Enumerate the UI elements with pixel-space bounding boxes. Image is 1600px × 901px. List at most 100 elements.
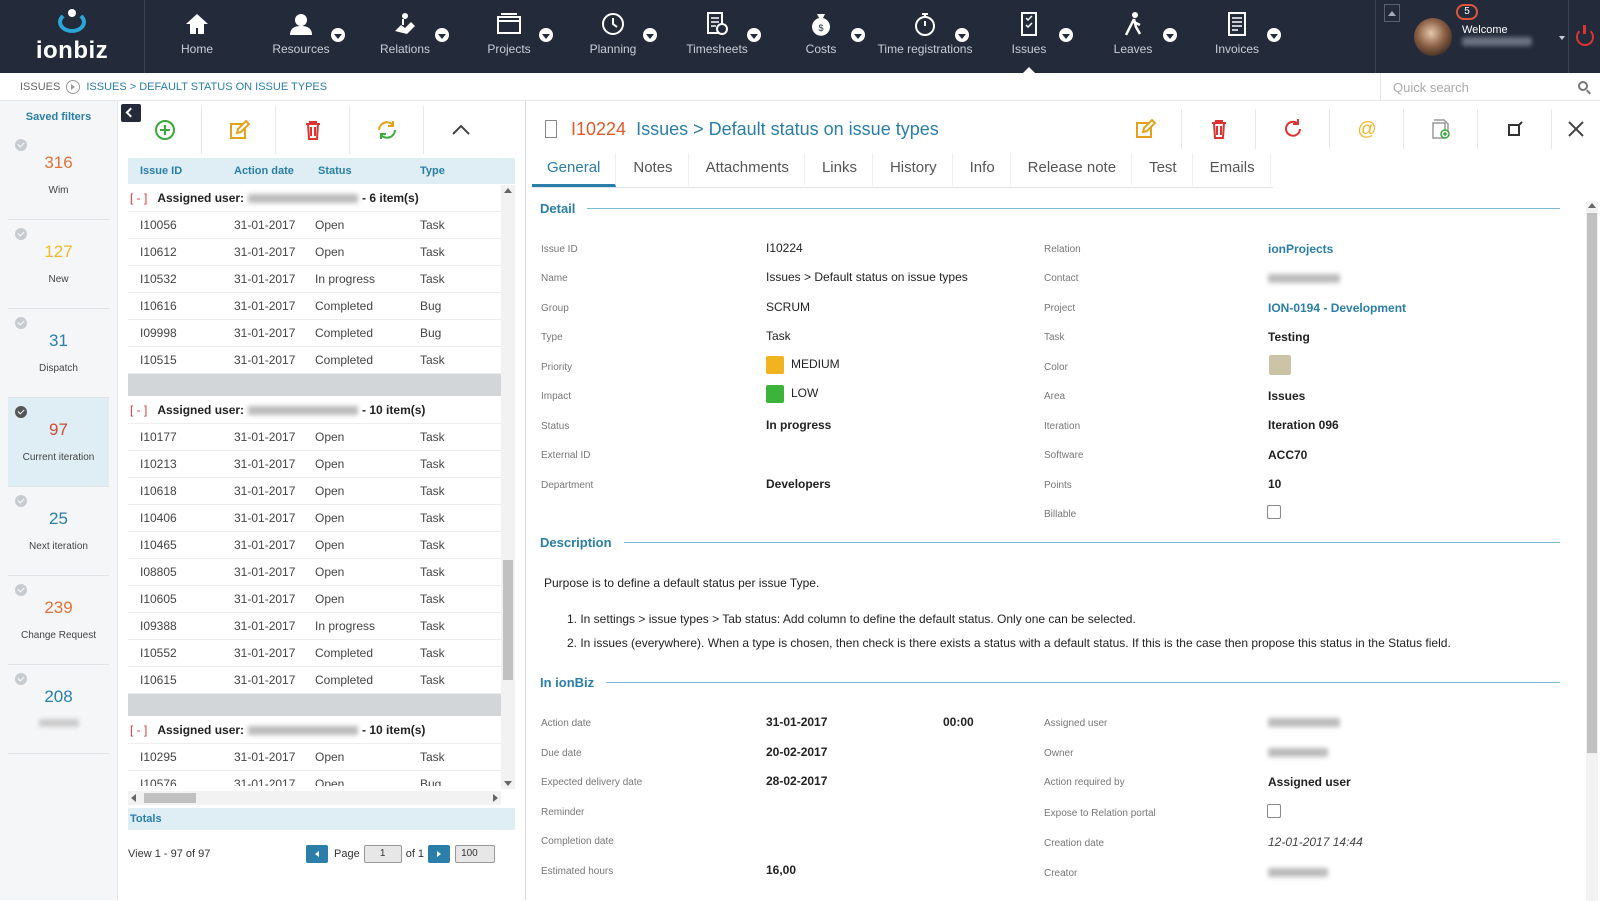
- tab-notes[interactable]: Notes: [618, 153, 689, 187]
- col-type[interactable]: Type: [420, 165, 500, 177]
- table-row[interactable]: I10612 31-01-2017 Open Task: [128, 239, 501, 266]
- tab-info[interactable]: Info: [955, 153, 1011, 187]
- action-time-value[interactable]: 00:00: [943, 715, 974, 729]
- table-row[interactable]: I10056 31-01-2017 Open Task: [128, 212, 501, 239]
- table-row[interactable]: I10616 31-01-2017 Completed Bug: [128, 293, 501, 320]
- project-link[interactable]: ION-0194 - Development: [1268, 301, 1406, 315]
- bookmark-icon[interactable]: [545, 120, 557, 138]
- table-row[interactable]: I09388 31-01-2017 In progress Task: [128, 613, 501, 640]
- delete-button[interactable]: [276, 106, 350, 154]
- notification-badge[interactable]: 5: [1456, 4, 1478, 20]
- next-page-button[interactable]: [428, 845, 451, 863]
- dropdown-caret-icon[interactable]: [1059, 28, 1073, 42]
- action-date-value[interactable]: 31-01-2017: [766, 715, 827, 729]
- vertical-scrollbar[interactable]: [501, 185, 515, 789]
- billable-checkbox[interactable]: [1267, 505, 1281, 519]
- relation-link[interactable]: ionProjects: [1268, 242, 1333, 256]
- tab-release-note[interactable]: Release note: [1013, 153, 1133, 187]
- avatar[interactable]: [1414, 17, 1452, 56]
- nav-item-resources[interactable]: Resources: [249, 0, 353, 73]
- nav-item-costs[interactable]: $ Costs: [769, 0, 873, 73]
- app-logo[interactable]: ionbiz: [0, 0, 145, 73]
- issue-color-swatch[interactable]: [1269, 355, 1291, 375]
- page-input[interactable]: 1: [363, 845, 402, 863]
- saved-filter-item[interactable]: 127 New: [8, 220, 109, 309]
- add-button[interactable]: [128, 106, 202, 154]
- user-menu[interactable]: 5 Welcome: [1375, 0, 1600, 73]
- tab-general[interactable]: General: [532, 153, 617, 187]
- saved-filter-item[interactable]: 25 Next iteration: [8, 487, 109, 576]
- expose-portal-checkbox[interactable]: [1267, 804, 1281, 818]
- col-issue-id[interactable]: Issue ID: [128, 165, 234, 177]
- saved-filter-item[interactable]: 316 Wim: [8, 131, 109, 220]
- refresh-button[interactable]: [350, 106, 424, 154]
- table-row[interactable]: I10177 31-01-2017 Open Task: [128, 424, 501, 451]
- nav-item-projects[interactable]: Projects: [457, 0, 561, 73]
- table-row[interactable]: I10515 31-01-2017 Completed Task: [128, 347, 501, 374]
- nav-item-planning[interactable]: Planning: [561, 0, 665, 73]
- col-action-date[interactable]: Action date: [234, 165, 315, 177]
- search-icon[interactable]: [1578, 81, 1588, 91]
- nav-item-invoices[interactable]: Invoices: [1185, 0, 1289, 73]
- edit-button[interactable]: [202, 106, 276, 154]
- search-input[interactable]: [1381, 79, 1561, 95]
- maximize-button[interactable]: [1478, 109, 1552, 149]
- email-issue-button[interactable]: @: [1330, 109, 1404, 149]
- table-row[interactable]: I10615 31-01-2017 Completed Task: [128, 667, 501, 694]
- group-header[interactable]: [ - ] Assigned user: - 6 item(s): [128, 185, 501, 212]
- table-row[interactable]: I10406 31-01-2017 Open Task: [128, 505, 501, 532]
- copy-issue-button[interactable]: [1404, 109, 1478, 149]
- horizontal-scrollbar[interactable]: [128, 791, 501, 805]
- saved-filter-item[interactable]: 97 Current iteration: [8, 398, 109, 487]
- collapse-header-button[interactable]: [1384, 4, 1400, 22]
- group-header[interactable]: [ - ] Assigned user: - 10 item(s): [128, 397, 501, 424]
- group-toggle[interactable]: [ - ]: [130, 723, 147, 737]
- close-button[interactable]: [1552, 109, 1600, 149]
- tab-attachments[interactable]: Attachments: [691, 153, 805, 187]
- edit-issue-button[interactable]: [1108, 109, 1182, 149]
- tab-history[interactable]: History: [875, 153, 953, 187]
- group-header[interactable]: [ - ] Assigned user: - 10 item(s): [128, 717, 501, 744]
- nav-item-relations[interactable]: Relations: [353, 0, 457, 73]
- table-row[interactable]: I10532 31-01-2017 In progress Task: [128, 266, 501, 293]
- group-toggle[interactable]: [ - ]: [130, 191, 147, 205]
- saved-filter-item[interactable]: 239 Change Request: [8, 576, 109, 665]
- dropdown-caret-icon[interactable]: [851, 28, 865, 42]
- table-row[interactable]: I10576 31-01-2017 Open Bug: [128, 771, 501, 786]
- reload-issue-button[interactable]: [1256, 109, 1330, 149]
- table-row[interactable]: I10552 31-01-2017 Completed Task: [128, 640, 501, 667]
- dropdown-caret-icon[interactable]: [747, 28, 761, 42]
- collapse-groups-button[interactable]: [424, 106, 498, 154]
- table-row[interactable]: I10465 31-01-2017 Open Task: [128, 532, 501, 559]
- nav-item-time-registrations[interactable]: Time registrations: [873, 0, 977, 73]
- prev-page-button[interactable]: [306, 845, 328, 863]
- dropdown-caret-icon[interactable]: [955, 28, 969, 42]
- logout-button[interactable]: [1568, 0, 1600, 73]
- detail-scrollbar[interactable]: [1586, 201, 1598, 901]
- table-row[interactable]: I09998 31-01-2017 Completed Bug: [128, 320, 501, 347]
- nav-item-issues[interactable]: Issues: [977, 0, 1081, 74]
- nav-item-timesheets[interactable]: Timesheets: [665, 0, 769, 73]
- chevron-down-icon[interactable]: [1559, 36, 1565, 40]
- delete-issue-button[interactable]: [1182, 109, 1256, 149]
- dropdown-caret-icon[interactable]: [435, 28, 449, 42]
- page-size-select[interactable]: 100: [455, 845, 496, 863]
- table-row[interactable]: I08805 31-01-2017 Open Task: [128, 559, 501, 586]
- col-status[interactable]: Status: [315, 165, 420, 177]
- tab-links[interactable]: Links: [807, 153, 873, 187]
- dropdown-caret-icon[interactable]: [643, 28, 657, 42]
- dropdown-caret-icon[interactable]: [1163, 28, 1177, 42]
- table-row[interactable]: I10295 31-01-2017 Open Task: [128, 744, 501, 771]
- dropdown-caret-icon[interactable]: [1267, 28, 1281, 42]
- saved-filter-item[interactable]: 31 Dispatch: [8, 309, 109, 398]
- table-row[interactable]: I10605 31-01-2017 Open Task: [128, 586, 501, 613]
- tab-test[interactable]: Test: [1134, 153, 1193, 187]
- group-toggle[interactable]: [ - ]: [130, 403, 147, 417]
- tab-emails[interactable]: Emails: [1195, 153, 1271, 187]
- dropdown-caret-icon[interactable]: [331, 28, 345, 42]
- nav-item-home[interactable]: Home: [145, 0, 249, 73]
- table-row[interactable]: I10213 31-01-2017 Open Task: [128, 451, 501, 478]
- saved-filter-item[interactable]: 208: [8, 665, 109, 754]
- expected-delivery-value[interactable]: 28-02-2017: [766, 774, 827, 788]
- breadcrumb-root[interactable]: ISSUES: [20, 81, 60, 93]
